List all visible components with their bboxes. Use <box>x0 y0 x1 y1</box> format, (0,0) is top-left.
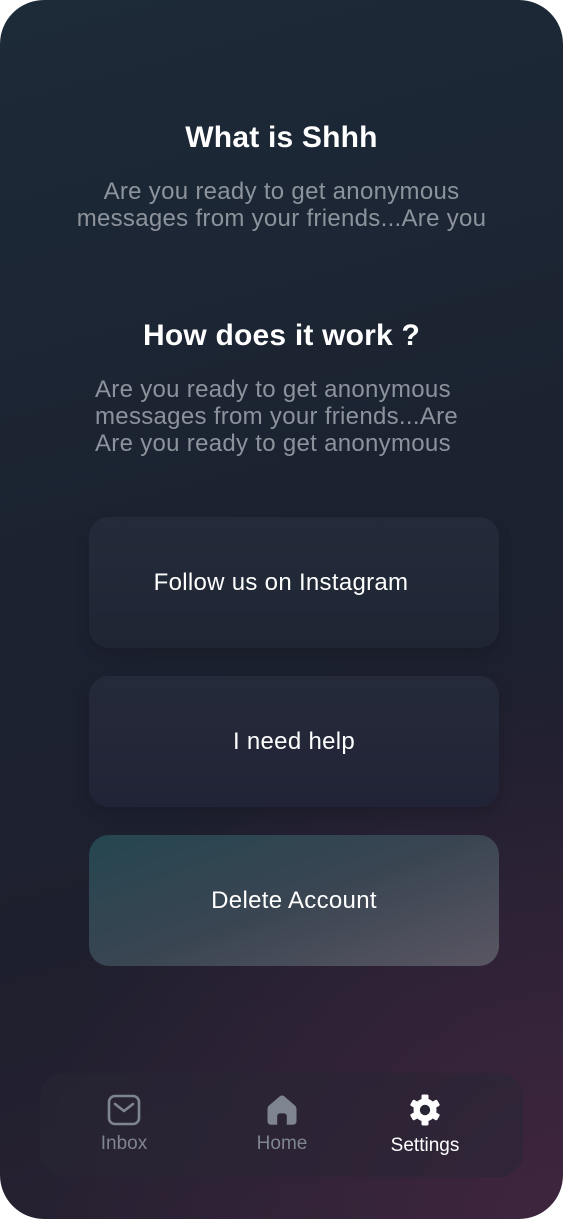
how-it-works-title: How does it work ? <box>143 319 420 352</box>
app-screen: What is Shhh Are you ready to get anonym… <box>0 0 563 1219</box>
help-label: I need help <box>232 727 356 755</box>
gear-icon <box>410 1094 440 1126</box>
about-title: What is Shhh <box>185 121 378 154</box>
home-icon <box>267 1095 297 1125</box>
bottom-tab-bar: Inbox Home Settings <box>40 1073 523 1177</box>
how-it-works-description-line: messages from your friends...Are <box>95 403 459 430</box>
how-it-works-description: Are you ready to get anonymous messages … <box>95 376 515 457</box>
follow-instagram-label: Follow us on Instagram <box>153 568 409 596</box>
tab-settings[interactable]: Settings <box>365 1073 485 1177</box>
how-it-works-description-line: Are you ready to get anonymous <box>95 376 451 403</box>
about-description-line: messages from your friends...Are you <box>76 205 487 232</box>
mail-icon <box>107 1094 141 1126</box>
follow-instagram-button[interactable]: Follow us on Instagram <box>89 517 499 648</box>
help-button[interactable]: I need help <box>89 676 499 807</box>
tab-home[interactable]: Home <box>222 1073 342 1177</box>
delete-account-button[interactable]: Delete Account <box>89 835 499 966</box>
tab-home-label: Home <box>256 1133 308 1154</box>
about-description: Are you ready to get anonymous messages … <box>0 178 563 232</box>
how-it-works-description-line: Are you ready to get anonymous <box>95 430 451 457</box>
tab-inbox[interactable]: Inbox <box>64 1073 184 1177</box>
delete-account-label: Delete Account <box>211 886 377 914</box>
tab-settings-label: Settings <box>390 1135 460 1156</box>
about-description-line: Are you ready to get anonymous <box>103 178 460 205</box>
tab-inbox-label: Inbox <box>100 1133 148 1154</box>
